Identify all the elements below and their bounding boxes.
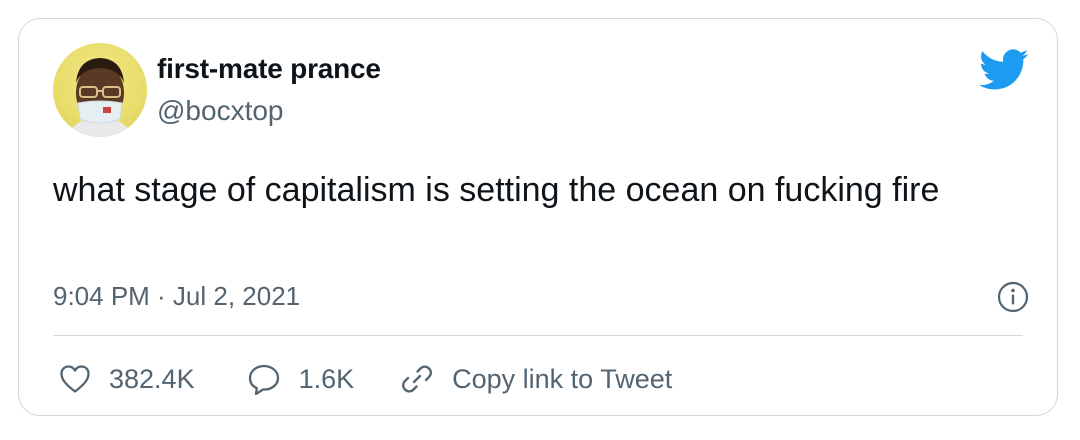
action-bar: 382.4K 1.6K Copy link to Tweet [59, 359, 672, 399]
info-icon[interactable] [997, 281, 1029, 313]
like-count: 382.4K [109, 363, 195, 394]
avatar[interactable] [53, 43, 147, 137]
like-button[interactable]: 382.4K [59, 364, 195, 395]
divider [53, 335, 1023, 336]
tweet-timestamp[interactable]: 9:04 PM · Jul 2, 2021 [53, 281, 300, 312]
tweet-text: what stage of capitalism is setting the … [53, 171, 940, 209]
reply-count: 1.6K [298, 363, 355, 394]
display-name[interactable]: first-mate prance [157, 53, 381, 85]
user-handle[interactable]: @bocxtop [157, 95, 284, 127]
link-icon [400, 362, 434, 396]
copy-link-label: Copy link to Tweet [452, 363, 673, 394]
heart-icon [59, 364, 91, 394]
reply-button[interactable]: 1.6K [247, 363, 355, 395]
twitter-bird-icon[interactable] [979, 49, 1029, 91]
tweet-card: first-mate prance @bocxtop what stage of… [18, 18, 1058, 416]
speech-bubble-icon [247, 363, 281, 395]
copy-link-button[interactable]: Copy link to Tweet [400, 362, 672, 396]
